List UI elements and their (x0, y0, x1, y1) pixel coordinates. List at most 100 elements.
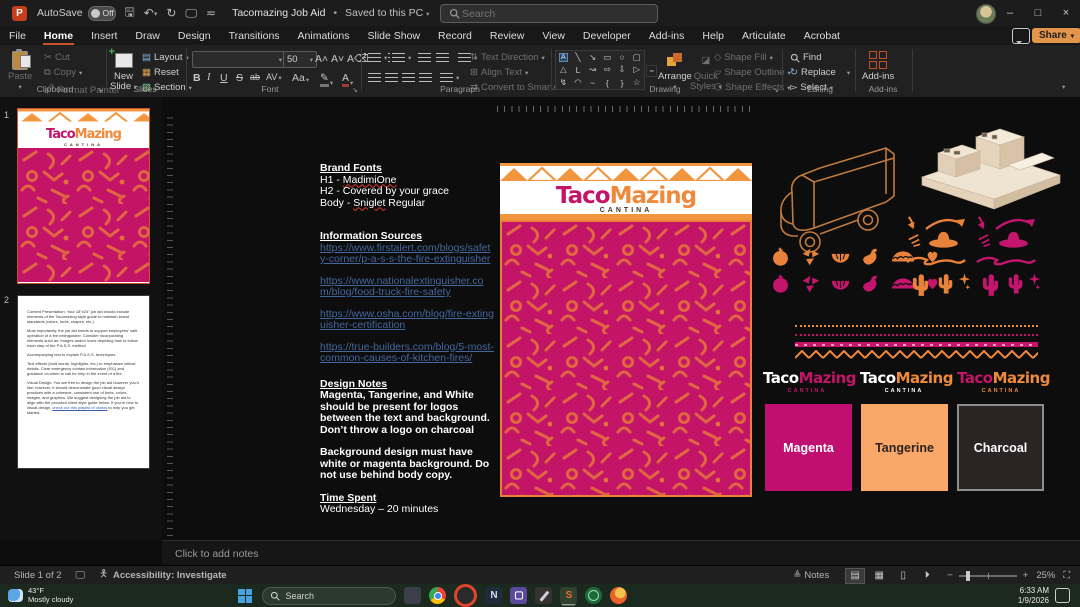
shrink-font-button[interactable]: A˅ (331, 53, 344, 65)
pen-app-icon[interactable] (535, 587, 552, 604)
chrome-icon[interactable] (429, 587, 446, 604)
arrow-shape-icon[interactable]: ↘ (589, 52, 596, 63)
zigzag-divider-orange[interactable] (795, 350, 1038, 359)
accessibility-icon[interactable]: 🯅 (99, 567, 108, 584)
find-button[interactable]: Find (790, 52, 821, 63)
swatch-charcoal[interactable]: Charcoal (957, 404, 1044, 491)
titlebar-search-input[interactable] (460, 7, 634, 21)
notes-toggle-icon[interactable]: ≜ (793, 570, 801, 581)
rectangle-shape-icon[interactable]: ▭ (603, 52, 611, 63)
zoom-out-button[interactable]: − (947, 570, 953, 581)
tab-transitions[interactable]: Transitions (220, 26, 289, 45)
tab-articulate[interactable]: Articulate (733, 26, 795, 45)
autosave-toggle[interactable]: Off (88, 6, 116, 21)
rounded-rectangle-shape-icon[interactable]: ▢ (633, 52, 641, 63)
close-button[interactable]: × (1052, 0, 1080, 26)
font-size-combo[interactable]: 50▾ (283, 51, 317, 68)
tab-insert[interactable]: Insert (82, 26, 126, 45)
change-case-button[interactable]: Aa▾ (292, 72, 309, 84)
tab-file[interactable]: File (0, 26, 35, 45)
font-color-button[interactable]: A▾ (342, 72, 353, 87)
shape-outline-button[interactable]: ▱Shape Outline▾ (714, 67, 791, 78)
globe-app-icon[interactable] (585, 587, 602, 604)
tab-add-ins[interactable]: Add-ins (640, 26, 694, 45)
display-settings-icon[interactable]: 🖵 (76, 570, 86, 581)
clipboard-dialog-launcher-icon[interactable]: ↘ (97, 86, 103, 94)
underline-button[interactable]: U (220, 72, 228, 84)
character-spacing-button[interactable]: AV▾ (266, 72, 282, 82)
snagit-icon[interactable]: S (560, 587, 577, 604)
accessibility-status[interactable]: Accessibility: Investigate (113, 570, 227, 581)
right-arrow-shape-icon[interactable]: ⇨ (604, 64, 611, 75)
highlight-color-button[interactable]: ✎▾ (320, 72, 333, 87)
numbering-button[interactable]: ▾ (392, 53, 411, 63)
down-arrow-shape-icon[interactable]: ⇩ (618, 64, 625, 75)
swatch-magenta[interactable]: Magenta (765, 404, 852, 491)
oval-shape-icon[interactable]: ○ (619, 52, 624, 62)
columns-button[interactable]: ▾ (440, 73, 459, 83)
zoom-slider[interactable] (959, 575, 1017, 577)
tab-home[interactable]: Home (35, 26, 82, 45)
tab-draw[interactable]: Draw (126, 26, 169, 45)
triangle-shape-icon[interactable]: △ (560, 64, 567, 75)
notes-toggle-label[interactable]: Notes (804, 570, 829, 581)
drawing-dialog-launcher-icon[interactable]: ↘ (773, 86, 779, 94)
hyperlink[interactable]: https://www.firstalert.com/blogs/safety-… (320, 243, 494, 266)
redo-icon[interactable]: ↻ (166, 6, 176, 20)
copy-button[interactable]: ⧉Copy▾ (44, 67, 82, 78)
slide-side-notes[interactable]: Brand Fonts H1 - MadimiOne H2 - Covered … (320, 163, 494, 516)
monitor-app-icon[interactable] (404, 587, 421, 604)
replace-button[interactable]: ↻Replace▾ (790, 67, 850, 78)
logo-variant-2[interactable]: TacoMazing Cantina (860, 369, 948, 394)
line-shape-icon[interactable]: ╲ (575, 52, 580, 63)
zoom-in-button[interactable]: + (1023, 570, 1029, 581)
slide-brand-card[interactable]: TacoMazing Cantina (500, 163, 752, 497)
align-text-button[interactable]: ⊞Align Text▾ (470, 67, 528, 78)
zoom-slider-thumb[interactable] (966, 571, 970, 581)
solid-divider-magenta[interactable] (795, 342, 1038, 347)
arc-shape-icon[interactable]: ◠ (574, 77, 581, 88)
slide-canvas[interactable]: Brand Fonts H1 - MadimiOne H2 - Covered … (162, 97, 1080, 540)
titlebar-search[interactable] (440, 4, 658, 23)
strikethrough-button[interactable]: S (236, 72, 243, 84)
swatch-tangerine[interactable]: Tangerine (861, 404, 948, 491)
bold-button[interactable]: B (193, 72, 201, 84)
hyperlink[interactable]: https://www.osha.com/blog/fire-extinguis… (320, 309, 494, 332)
tab-animations[interactable]: Animations (289, 26, 359, 45)
reset-button[interactable]: ▦Reset (142, 67, 179, 78)
flowchart-shape-icon[interactable]: ▷ (633, 64, 640, 75)
weather-widget[interactable]: 43°F Mostly cloudy (8, 587, 73, 604)
kitchen-equipment-render[interactable] (914, 125, 1066, 213)
text-direction-button[interactable]: ⇅Text Direction▾ (470, 52, 545, 63)
slide-indicator[interactable]: Slide 1 of 2 (14, 570, 62, 581)
text-shadow-button[interactable]: ab (250, 72, 260, 82)
share-button[interactable]: Share▾ (1032, 28, 1080, 43)
font-dialog-launcher-icon[interactable]: ↘ (352, 86, 358, 94)
notepadpp-icon[interactable]: ▢ (510, 587, 527, 604)
tab-help[interactable]: Help (693, 26, 733, 45)
more-shapes-button[interactable]: ≂ (646, 65, 657, 77)
cut-button[interactable]: ✂Cut (44, 52, 70, 63)
curve-shape-icon[interactable]: ~ (590, 78, 595, 88)
shape-effects-button[interactable]: ⬡Shape Effects▾ (714, 82, 791, 93)
layout-button[interactable]: ▤Layout▾ (142, 52, 189, 63)
decor-icons-orange[interactable] (905, 215, 971, 305)
customize-quick-access-icon[interactable]: ≂ (206, 6, 216, 20)
tab-developer[interactable]: Developer (574, 26, 640, 45)
left-brace-shape-icon[interactable]: { (606, 78, 609, 88)
tab-review[interactable]: Review (481, 26, 533, 45)
align-center-button[interactable] (385, 73, 398, 83)
elbow-connector-icon[interactable]: L (576, 65, 581, 75)
curved-connector-icon[interactable]: ↝ (589, 64, 596, 75)
italic-button[interactable]: I (207, 72, 211, 83)
notes-placeholder[interactable]: Click to add notes (175, 548, 258, 560)
dotted-divider-orange[interactable] (795, 325, 1038, 327)
minimize-button[interactable]: – (996, 0, 1024, 26)
increase-indent-button[interactable] (436, 53, 449, 63)
tab-record[interactable]: Record (429, 26, 481, 45)
notification-center-icon[interactable] (1055, 588, 1070, 603)
align-right-button[interactable] (402, 73, 415, 83)
addins-button[interactable]: Add-ins (862, 50, 894, 82)
tab-design[interactable]: Design (169, 26, 220, 45)
tab-acrobat[interactable]: Acrobat (795, 26, 849, 45)
